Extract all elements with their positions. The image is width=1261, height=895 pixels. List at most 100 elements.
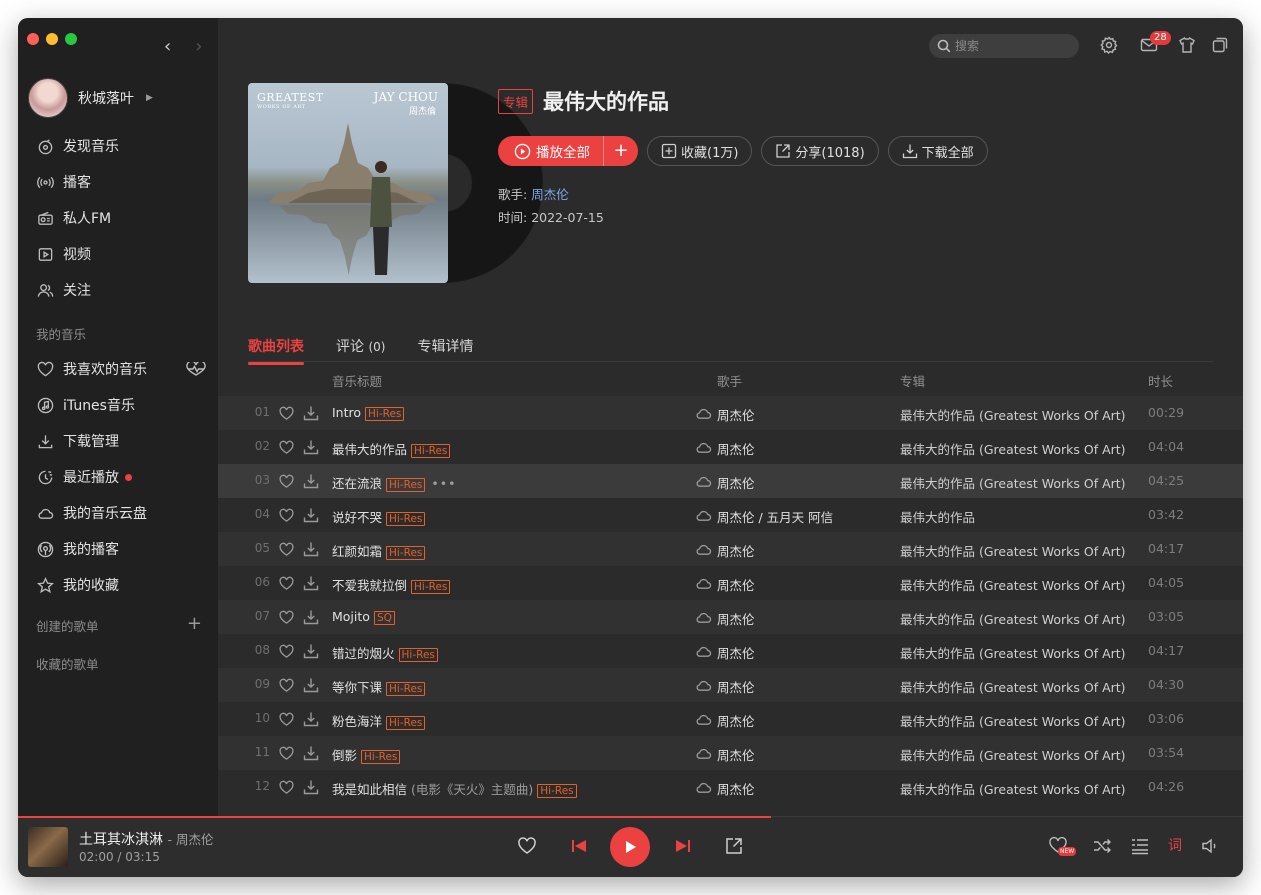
table-row[interactable]: 09 等你下课 Hi-Res 周杰伦 最伟大的作品 (Greatest Works Of… <box>218 668 1243 702</box>
forward-arrow-icon[interactable]: › <box>195 38 202 56</box>
tab-songs[interactable]: 歌曲列表 <box>248 336 304 365</box>
song-artist[interactable]: 周杰伦 <box>717 779 755 798</box>
sidebar-item-recent[interactable]: 最近播放 <box>18 459 218 495</box>
song-title-cell[interactable]: Mojito SQ <box>332 609 395 625</box>
heartbeat-button[interactable]: NEW <box>1048 836 1077 856</box>
table-row[interactable]: 10 粉色海洋 Hi-Res 周杰伦 最伟大的作品 (Greatest Works Of… <box>218 702 1243 736</box>
artist-link[interactable]: 周杰伦 <box>531 187 569 202</box>
play-all-button[interactable]: 播放全部 <box>498 136 604 166</box>
heartbeat-mode-icon[interactable] <box>186 362 206 376</box>
like-song-button[interactable] <box>279 542 294 557</box>
table-row[interactable]: 04 说好不哭 Hi-Res 周杰伦 / 五月天 阿信 最伟大的作品 03:42 <box>218 498 1243 532</box>
sidebar-item-itunes[interactable]: iTunes音乐 <box>18 387 218 423</box>
close-window-button[interactable] <box>27 33 39 45</box>
column-title[interactable]: 音乐标题 <box>332 371 382 390</box>
avatar[interactable] <box>28 78 68 118</box>
zoom-window-button[interactable] <box>65 33 77 45</box>
like-song-button[interactable] <box>279 712 294 727</box>
column-duration[interactable]: 时长 <box>1148 371 1173 390</box>
like-song-button[interactable] <box>279 780 294 795</box>
song-album[interactable]: 最伟大的作品 (Greatest Works Of Art) <box>900 541 1126 560</box>
theme-button[interactable] <box>1178 36 1198 56</box>
download-song-button[interactable] <box>303 745 319 761</box>
next-button[interactable] <box>673 836 693 856</box>
song-artist[interactable]: 周杰伦 <box>717 745 755 764</box>
song-album[interactable]: 最伟大的作品 (Greatest Works Of Art) <box>900 609 1126 628</box>
collected-playlists-title[interactable]: 收藏的歌单 <box>18 645 218 681</box>
table-row[interactable]: 02 最伟大的作品 Hi-Res 周杰伦 最伟大的作品 (Greatest Works … <box>218 430 1243 464</box>
song-album[interactable]: 最伟大的作品 <box>900 507 975 526</box>
download-song-button[interactable] <box>303 405 319 421</box>
like-song-button[interactable] <box>279 678 294 693</box>
sidebar-item-downloads[interactable]: 下载管理 <box>18 423 218 459</box>
song-title-cell[interactable]: 说好不哭 Hi-Res <box>332 507 426 526</box>
back-arrow-icon[interactable]: ‹ <box>164 38 171 56</box>
tab-details[interactable]: 专辑详情 <box>417 336 473 363</box>
song-album[interactable]: 最伟大的作品 (Greatest Works Of Art) <box>900 677 1126 696</box>
column-album[interactable]: 专辑 <box>900 371 925 390</box>
song-title-cell[interactable]: 粉色海洋 Hi-Res <box>332 711 426 730</box>
song-album[interactable]: 最伟大的作品 (Greatest Works Of Art) <box>900 575 1126 594</box>
song-album[interactable]: 最伟大的作品 (Greatest Works Of Art) <box>900 779 1126 798</box>
sidebar-item-my-podcast[interactable]: 我的播客 <box>18 531 218 567</box>
song-title-cell[interactable]: 还在流浪 Hi-Res ••• <box>332 473 457 492</box>
created-playlists-title[interactable]: 创建的歌单 + <box>18 607 218 643</box>
previous-button[interactable] <box>569 836 589 856</box>
song-artist[interactable]: 周杰伦 / 五月天 阿信 <box>717 507 833 526</box>
progress-bar[interactable] <box>18 816 772 818</box>
table-row[interactable]: 11 倒影 Hi-Res 周杰伦 最伟大的作品 (Greatest Works Of A… <box>218 736 1243 770</box>
song-title-cell[interactable]: 最伟大的作品 Hi-Res <box>332 439 451 458</box>
song-album[interactable]: 最伟大的作品 (Greatest Works Of Art) <box>900 473 1126 492</box>
mini-mode-button[interactable] <box>1211 36 1231 56</box>
song-artist[interactable]: 周杰伦 <box>717 711 755 730</box>
song-artist[interactable]: 周杰伦 <box>717 541 755 560</box>
sidebar-item-podcast[interactable]: 播客 <box>18 164 218 200</box>
share-song-button[interactable] <box>724 836 744 856</box>
like-song-button[interactable] <box>279 440 294 455</box>
table-row[interactable]: 07 Mojito SQ 周杰伦 最伟大的作品 (Greatest Works Of A… <box>218 600 1243 634</box>
user-name[interactable]: 秋城落叶 <box>78 88 134 108</box>
album-cover[interactable]: GREATEST WORKS OF ART JAY CHOU 周杰倫 <box>248 83 448 283</box>
song-album[interactable]: 最伟大的作品 (Greatest Works Of Art) <box>900 405 1126 424</box>
song-artist[interactable]: 周杰伦 <box>717 473 755 492</box>
download-song-button[interactable] <box>303 439 319 455</box>
download-song-button[interactable] <box>303 609 319 625</box>
table-row[interactable]: 03 还在流浪 Hi-Res ••• 周杰伦 最伟大的作品 (Greatest Works… <box>218 464 1243 498</box>
download-song-button[interactable] <box>303 677 319 693</box>
tab-comments[interactable]: 评论 (0) <box>336 336 385 363</box>
song-album[interactable]: 最伟大的作品 (Greatest Works Of Art) <box>900 439 1126 458</box>
like-song-button[interactable] <box>279 474 294 489</box>
song-title-cell[interactable]: 倒影 Hi-Res <box>332 745 401 764</box>
collect-button[interactable]: 收藏(1万) <box>647 136 753 166</box>
like-song-button[interactable] <box>279 644 294 659</box>
song-artist[interactable]: 周杰伦 <box>717 405 755 424</box>
now-playing-title[interactable]: 土耳其冰淇淋 <box>79 832 163 848</box>
sidebar-item-video[interactable]: 视频 <box>18 236 218 272</box>
column-artist[interactable]: 歌手 <box>717 371 742 390</box>
lyrics-button[interactable]: 词 <box>1168 835 1182 855</box>
messages-button[interactable]: 28 <box>1140 31 1171 56</box>
song-artist[interactable]: 周杰伦 <box>717 643 755 662</box>
add-to-queue-button[interactable]: + <box>604 136 638 166</box>
add-playlist-icon[interactable]: + <box>187 615 202 633</box>
sidebar-item-collection[interactable]: 我的收藏 <box>18 567 218 603</box>
sidebar-item-follow[interactable]: 关注 <box>18 272 218 308</box>
like-song-button[interactable] <box>279 576 294 591</box>
sidebar-item-cloud[interactable]: 我的音乐云盘 <box>18 495 218 531</box>
song-artist[interactable]: 周杰伦 <box>717 575 755 594</box>
song-title-cell[interactable]: 错过的烟火 Hi-Res <box>332 643 438 662</box>
now-playing-artist[interactable]: - 周杰伦 <box>167 832 213 847</box>
like-song-button[interactable] <box>279 610 294 625</box>
download-song-button[interactable] <box>303 643 319 659</box>
table-row[interactable]: 05 红颜如霜 Hi-Res 周杰伦 最伟大的作品 (Greatest Works Of… <box>218 532 1243 566</box>
download-song-button[interactable] <box>303 507 319 523</box>
song-album[interactable]: 最伟大的作品 (Greatest Works Of Art) <box>900 711 1126 730</box>
like-song-button[interactable] <box>279 406 294 421</box>
like-button[interactable] <box>517 836 537 856</box>
song-artist[interactable]: 周杰伦 <box>717 609 755 628</box>
song-album[interactable]: 最伟大的作品 (Greatest Works Of Art) <box>900 643 1126 662</box>
settings-button[interactable] <box>1100 36 1120 56</box>
song-title-cell[interactable]: 等你下课 Hi-Res <box>332 677 426 696</box>
download-song-button[interactable] <box>303 779 319 795</box>
more-options-icon[interactable]: ••• <box>431 476 456 491</box>
